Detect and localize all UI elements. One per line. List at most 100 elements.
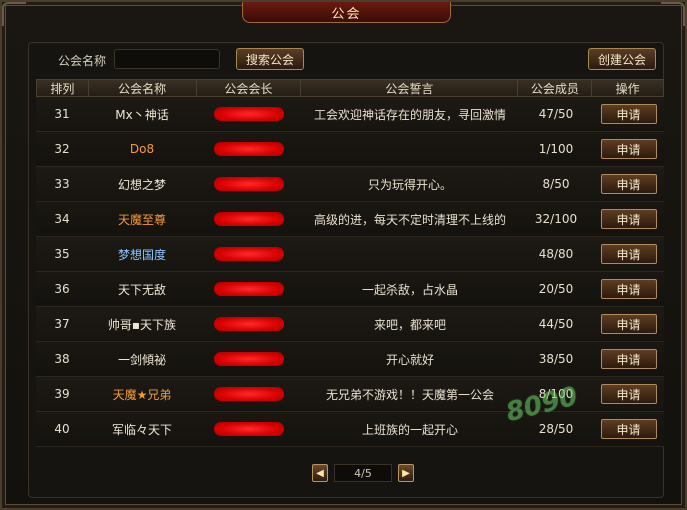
guild-name-cell[interactable]: 一剑傾祕 xyxy=(88,342,196,376)
apply-button[interactable]: 申请 xyxy=(600,104,657,124)
header-guild-leader: 公会会长 xyxy=(197,80,302,96)
guild-name-search-input[interactable] xyxy=(114,49,220,69)
members-cell: 1/100 xyxy=(538,142,574,156)
table-row: 31 Mx丶神话 工会欢迎神话存在的朋友，寻回激情 47/50 申请 xyxy=(36,97,664,132)
pagination: ◀ 4/5 ▶ xyxy=(312,463,414,483)
guild-name-cell[interactable]: 梦想国度 xyxy=(88,237,196,271)
redacted-leader-name xyxy=(213,107,284,121)
guild-name-cell[interactable]: Do8 xyxy=(88,132,196,166)
redacted-leader-name xyxy=(213,352,284,366)
table-row: 38 一剑傾祕 开心就好 38/50 申请 xyxy=(36,342,664,377)
members-cell: 20/50 xyxy=(538,282,574,296)
members-cell: 32/100 xyxy=(534,212,578,226)
guild-oath-cell: 工会欢迎神话存在的朋友，寻回激情 xyxy=(313,107,506,122)
table-row: 34 天魔至尊 高级的进，每天不定时清理不上线的 32/100 申请 xyxy=(36,202,664,237)
guild-name-cell[interactable]: 军临々天下 xyxy=(88,412,196,446)
rank-cell: 31 xyxy=(54,107,70,121)
table-row: 33 幻想之梦 只为玩得开心。 8/50 申请 xyxy=(36,167,664,202)
table-header: 排列 公会名称 公会会长 公会誓言 公会成员 操作 xyxy=(36,79,664,97)
header-rank: 排列 xyxy=(37,80,89,96)
apply-button[interactable]: 申请 xyxy=(600,384,657,404)
apply-button[interactable]: 申请 xyxy=(600,419,657,439)
next-page-button[interactable]: ▶ xyxy=(398,464,414,482)
rank-cell: 37 xyxy=(54,317,70,331)
guild-name-cell[interactable]: 幻想之梦 xyxy=(88,167,196,201)
header-guild-oath: 公会誓言 xyxy=(301,80,519,96)
redacted-leader-name xyxy=(213,142,284,156)
members-cell: 47/50 xyxy=(538,107,574,121)
guild-oath-cell: 上班族的一起开心 xyxy=(361,422,458,437)
redacted-leader-name xyxy=(213,387,284,401)
members-cell: 44/50 xyxy=(538,317,574,331)
redacted-leader-name xyxy=(213,247,284,261)
window-title: 公会 xyxy=(242,2,451,23)
page-indicator: 4/5 xyxy=(334,464,392,482)
guild-leader-cell xyxy=(196,97,301,131)
guild-oath-cell: 无兄弟不游戏！！天魔第一公会 xyxy=(325,387,494,402)
members-cell: 8/100 xyxy=(538,387,574,401)
redacted-leader-name xyxy=(213,177,284,191)
action-cell: 申请 xyxy=(593,97,664,131)
guild-leader-cell xyxy=(196,167,301,201)
guild-window-frame: 公会 公会名称 搜索公会 创建公会 排列 公会名称 公会会长 公会誓言 公会成员… xyxy=(0,0,687,510)
action-cell: 申请 xyxy=(593,202,664,236)
guild-leader-cell xyxy=(196,307,301,341)
guild-name-cell[interactable]: 帅哥▪天下族 xyxy=(88,307,196,341)
guild-leader-cell xyxy=(196,342,301,376)
create-guild-button[interactable]: 创建公会 xyxy=(588,48,656,70)
header-members: 公会成员 xyxy=(518,80,593,96)
rank-cell: 40 xyxy=(54,422,70,436)
guild-leader-cell xyxy=(196,132,301,166)
apply-button[interactable]: 申请 xyxy=(600,209,657,229)
action-cell: 申请 xyxy=(593,342,664,376)
guild-name-label: 公会名称 xyxy=(58,54,107,68)
members-cell: 28/50 xyxy=(538,422,574,436)
prev-page-button[interactable]: ◀ xyxy=(312,464,328,482)
action-cell: 申请 xyxy=(593,307,664,341)
triangle-left-icon: ◀ xyxy=(316,467,324,479)
rank-cell: 35 xyxy=(54,247,70,261)
guild-oath-cell xyxy=(301,237,519,271)
guild-leader-cell xyxy=(196,412,301,446)
action-cell: 申请 xyxy=(593,132,664,166)
members-cell: 8/50 xyxy=(542,177,570,191)
apply-button[interactable]: 申请 xyxy=(600,244,657,264)
rank-cell: 36 xyxy=(54,282,70,296)
rank-cell: 32 xyxy=(54,142,70,156)
rank-cell: 39 xyxy=(54,387,70,401)
rank-cell: 33 xyxy=(54,177,70,191)
redacted-leader-name xyxy=(213,282,284,296)
members-cell: 48/80 xyxy=(538,247,574,261)
guild-oath-cell xyxy=(301,132,519,166)
redacted-leader-name xyxy=(213,212,284,226)
table-row: 35 梦想国度 48/80 申请 xyxy=(36,237,664,272)
table-row: 37 帅哥▪天下族 来吧，都来吧 44/50 申请 xyxy=(36,307,664,342)
table-body: 31 Mx丶神话 工会欢迎神话存在的朋友，寻回激情 47/50 申请 32 Do… xyxy=(36,97,664,447)
guild-leader-cell xyxy=(196,272,301,306)
guild-leader-cell xyxy=(196,377,301,411)
guild-oath-cell: 只为玩得开心。 xyxy=(367,177,452,192)
action-cell: 申请 xyxy=(593,237,664,271)
redacted-leader-name xyxy=(213,317,284,331)
guild-oath-cell: 高级的进，每天不定时清理不上线的 xyxy=(313,212,506,227)
apply-button[interactable]: 申请 xyxy=(600,349,657,369)
guild-name-cell[interactable]: 天下无敌 xyxy=(88,272,196,306)
apply-button[interactable]: 申请 xyxy=(600,174,657,194)
rank-cell: 34 xyxy=(54,212,70,226)
frame-corner-ornament xyxy=(2,2,26,26)
header-guild-name: 公会名称 xyxy=(89,80,197,96)
search-guild-button[interactable]: 搜索公会 xyxy=(236,48,304,70)
members-cell: 38/50 xyxy=(538,352,574,366)
apply-button[interactable]: 申请 xyxy=(600,314,657,334)
guild-name-cell[interactable]: 天魔至尊 xyxy=(88,202,196,236)
frame-corner-ornament xyxy=(661,2,685,26)
table-row: 36 天下无敌 一起杀敌，占水晶 20/50 申请 xyxy=(36,272,664,307)
apply-button[interactable]: 申请 xyxy=(600,139,657,159)
guild-name-cell[interactable]: 天魔★兄弟 xyxy=(88,377,196,411)
rank-cell: 38 xyxy=(54,352,70,366)
guild-oath-cell: 开心就好 xyxy=(385,352,434,367)
guild-name-cell[interactable]: Mx丶神话 xyxy=(88,97,196,131)
apply-button[interactable]: 申请 xyxy=(600,279,657,299)
guild-table: 排列 公会名称 公会会长 公会誓言 公会成员 操作 31 Mx丶神话 工会欢迎神… xyxy=(36,79,664,447)
redacted-leader-name xyxy=(213,422,284,436)
